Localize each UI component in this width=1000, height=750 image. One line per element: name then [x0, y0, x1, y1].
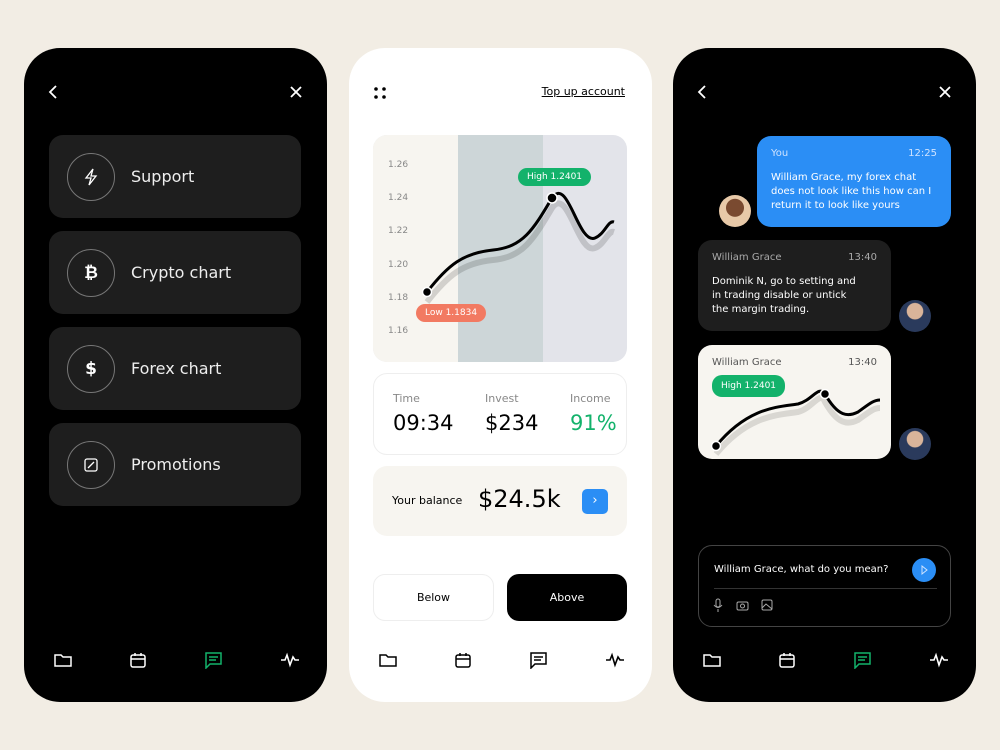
- menu-item-support[interactable]: Support: [49, 135, 301, 218]
- avatar: [899, 300, 931, 332]
- stats-card: Time 09:34 Invest $234 Income 91%: [373, 373, 627, 455]
- microphone-icon[interactable]: [713, 598, 723, 612]
- price-chart: 1.26 1.24 1.22 1.20 1.18 1.16 High 1.240…: [373, 135, 627, 362]
- send-icon: [921, 564, 928, 576]
- activity-icon[interactable]: [930, 652, 948, 668]
- calendar-icon[interactable]: [455, 652, 471, 668]
- menu-item-promotions[interactable]: Promotions: [49, 423, 301, 506]
- menu-item-label: Crypto chart: [131, 263, 232, 282]
- stat-time: Time 09:34: [393, 392, 454, 435]
- above-button[interactable]: Above: [507, 574, 627, 621]
- mini-price-line: [710, 388, 881, 456]
- message-william-chart: William Grace 13:40 High 1.2401: [698, 345, 891, 459]
- chat-screen: You 12:25 William Grace, my forex chat do…: [673, 48, 976, 702]
- menu-item-label: Forex chart: [131, 359, 222, 378]
- menu-item-label: Promotions: [131, 455, 221, 474]
- chat-icon[interactable]: [854, 652, 871, 669]
- bottom-nav: [673, 652, 976, 676]
- chat-icon[interactable]: [205, 652, 222, 669]
- avatar: [899, 428, 931, 460]
- lightning-icon: [67, 152, 115, 201]
- grid-menu-icon[interactable]: [373, 86, 387, 100]
- high-label: High 1.2401: [712, 375, 786, 397]
- stat-income: Income 91%: [570, 392, 617, 435]
- bitcoin-icon: ₿: [67, 248, 115, 297]
- top-up-account-link[interactable]: Top up account: [542, 85, 625, 98]
- balance-card: Your balance $24.5k ›: [373, 466, 627, 536]
- trading-screen: Top up account 1.26 1.24 1.22 1.20 1.18 …: [349, 48, 652, 702]
- balance-label: Your balance: [392, 494, 463, 507]
- calendar-icon[interactable]: [130, 652, 146, 668]
- high-point: [546, 192, 558, 204]
- bottom-nav: [349, 652, 652, 676]
- chat-icon[interactable]: [530, 652, 547, 669]
- back-icon[interactable]: [695, 84, 709, 100]
- message-you: You 12:25 William Grace, my forex chat do…: [757, 136, 951, 227]
- percent-tag-icon: [67, 440, 115, 489]
- stat-invest: Invest $234: [485, 392, 539, 435]
- menu-item-crypto-chart[interactable]: ₿ Crypto chart: [49, 231, 301, 314]
- back-icon[interactable]: [46, 84, 60, 100]
- activity-icon[interactable]: [606, 652, 624, 668]
- close-icon[interactable]: [289, 85, 303, 99]
- camera-icon[interactable]: [736, 599, 749, 611]
- activity-icon[interactable]: [281, 652, 299, 668]
- menu-item-label: Support: [131, 167, 195, 186]
- price-line: [421, 192, 615, 304]
- menu-screen: Support ₿ Crypto chart $ Forex chart Pro…: [24, 48, 327, 702]
- message-composer: William Grace, what do you mean?: [698, 545, 951, 627]
- menu-item-forex-chart[interactable]: $ Forex chart: [49, 327, 301, 410]
- image-icon[interactable]: [761, 599, 773, 611]
- below-button[interactable]: Below: [373, 574, 494, 621]
- dollar-icon: $: [67, 344, 115, 393]
- close-icon[interactable]: [938, 85, 952, 99]
- low-label: Low 1.1834: [416, 304, 487, 322]
- calendar-icon[interactable]: [779, 652, 795, 668]
- message-william: William Grace 13:40 Dominik N, go to sett…: [698, 240, 891, 331]
- folder-icon[interactable]: [54, 652, 72, 668]
- folder-icon[interactable]: [703, 652, 721, 668]
- low-point: [421, 286, 433, 298]
- bottom-nav: [24, 652, 327, 676]
- send-button[interactable]: [912, 558, 936, 582]
- message-input[interactable]: William Grace, what do you mean?: [714, 564, 888, 575]
- high-label: High 1.2401: [518, 168, 592, 186]
- balance-value: $24.5k: [478, 485, 561, 513]
- balance-arrow-button[interactable]: ›: [582, 489, 608, 514]
- folder-icon[interactable]: [379, 652, 397, 668]
- avatar: [719, 195, 751, 227]
